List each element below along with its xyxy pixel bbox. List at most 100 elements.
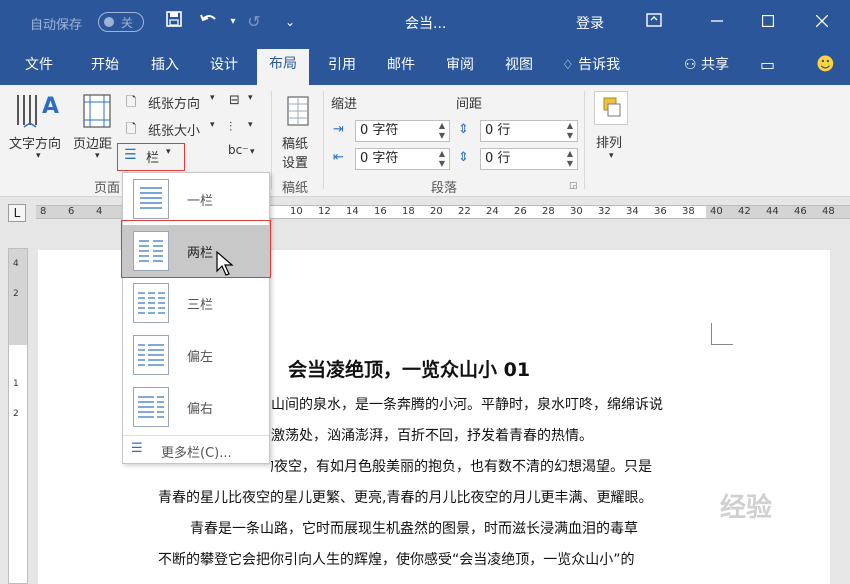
spin-arrows-icon[interactable]: ▲ ▼: [567, 149, 573, 169]
dialog-launcher-icon[interactable]: ◲: [569, 181, 578, 191]
columns-option-left[interactable]: 偏左: [123, 329, 269, 381]
columns-dropdown: 一栏 两栏 三栏 偏左 偏右 ☰ 更多栏(C)...: [122, 172, 270, 464]
hyphenation-arrow[interactable]: ▾: [250, 147, 255, 157]
ruler-tick: 12: [318, 206, 331, 217]
paragraph-group-label: 段落: [431, 181, 458, 196]
document-heading[interactable]: 会当凌绝顶，一览众山小 01: [288, 355, 530, 382]
tab-home[interactable]: 开始: [79, 52, 131, 85]
tab-insert[interactable]: 插入: [139, 52, 191, 85]
margins-label[interactable]: 页边距: [73, 133, 112, 152]
ribbon-display-icon[interactable]: [640, 8, 668, 36]
columns-icon[interactable]: ☰: [124, 147, 137, 163]
group-separator: [584, 91, 585, 189]
hyphenation-icon[interactable]: bc⁻: [228, 143, 249, 157]
left-column-icon: [133, 335, 169, 375]
arrange-arrow[interactable]: ▾: [609, 151, 614, 161]
paragraph-line[interactable]: 山间的泉水，是一条奔腾的小河。平静时，泉水叮咚，绵绵诉说: [271, 394, 663, 414]
redo-icon[interactable]: ↺: [243, 11, 265, 33]
size-icon[interactable]: 🗋: [126, 120, 136, 142]
columns-option-right[interactable]: 偏右: [123, 381, 269, 433]
share-label: 共享: [701, 57, 730, 73]
vertical-ruler[interactable]: 4 2 1 2: [8, 248, 28, 584]
line-numbers-arrow[interactable]: ▾: [248, 120, 253, 130]
spacing-label: 间距: [456, 97, 483, 112]
margins-arrow[interactable]: ▾: [95, 151, 100, 161]
size-arrow[interactable]: ▾: [210, 120, 215, 130]
tab-selector[interactable]: L: [8, 204, 26, 222]
right-column-icon: [133, 387, 169, 427]
tab-layout[interactable]: 布局: [257, 49, 309, 85]
draft-paper-label-2[interactable]: 设置: [282, 152, 308, 171]
more-columns-button[interactable]: ☰ 更多栏(C)...: [123, 435, 269, 463]
draft-paper-label-1[interactable]: 稿纸: [282, 133, 308, 152]
spin-arrows-icon[interactable]: ▲ ▼: [439, 149, 445, 169]
tab-design[interactable]: 设计: [198, 52, 250, 85]
paragraph-line[interactable]: 激荡处，汹涌澎湃，百折不回，抒发着青春的热情。: [271, 425, 593, 445]
title-bar: 自动保存 关 ▾ ↺ ⌄ 会当... 登录: [0, 0, 850, 44]
indent-left-input[interactable]: 0 字符 ▲ ▼: [355, 120, 450, 142]
spacing-after-input[interactable]: 0 行 ▲ ▼: [480, 148, 578, 170]
undo-icon[interactable]: [198, 11, 220, 33]
share-button[interactable]: ⚇ 共享: [672, 52, 741, 85]
paragraph-line[interactable]: 青春是一条山路，它时而展现生机盎然的图景，时而滋长浸满血泪的毒草: [190, 518, 638, 538]
arrange-icon[interactable]: [594, 91, 628, 125]
line-numbers-icon[interactable]: ⫶: [229, 120, 232, 135]
ribbon-tabs: 文件 开始 插入 设计 布局 引用 邮件 审阅 视图 ♢ 告诉我 ⚇ 共享 ▭ …: [0, 44, 850, 85]
toggle-knob: [104, 17, 114, 27]
customize-qat-icon[interactable]: ⌄: [279, 11, 301, 33]
comments-icon[interactable]: ▭: [748, 52, 787, 85]
indent-left-icon: ⇥: [333, 122, 344, 137]
spin-arrows-icon[interactable]: ▲ ▼: [567, 121, 573, 141]
tell-me[interactable]: ♢ 告诉我: [562, 52, 632, 85]
watermark-text: 经验: [720, 493, 773, 523]
login-link[interactable]: 登录: [576, 13, 604, 33]
draft-paper-icon[interactable]: [286, 95, 310, 127]
paragraph-line[interactable]: 不断的攀登它会把你引向人生的辉煌，使你感受“会当凌绝顶，一览众山小”的: [158, 549, 635, 569]
text-direction-arrow[interactable]: ▾: [36, 151, 41, 161]
tab-view[interactable]: 视图: [493, 52, 545, 85]
tab-mailings[interactable]: 邮件: [375, 52, 427, 85]
columns-label[interactable]: 栏: [146, 147, 159, 166]
one-column-icon: [133, 179, 169, 219]
text-direction-label[interactable]: 文字方向: [9, 133, 61, 152]
paragraph-line[interactable]: 青春是璀璨的夜空，有如月色般美丽的抱负，也有数不清的幻想渴望。只是: [271, 456, 652, 476]
save-icon[interactable]: [163, 11, 185, 33]
paragraph-line[interactable]: 青春的星儿比夜空的星儿更繁、更亮,青春的月儿比夜空的月儿更丰满、更耀眼。: [158, 487, 652, 507]
arrange-label[interactable]: 排列: [596, 132, 622, 151]
undo-dropdown-icon[interactable]: ▾: [222, 11, 244, 33]
spin-arrows-icon[interactable]: ▲ ▼: [439, 121, 445, 141]
spacing-before-input[interactable]: 0 行 ▲ ▼: [480, 120, 578, 142]
text-direction-icon[interactable]: A: [14, 91, 64, 131]
person-icon: ⚇: [684, 57, 697, 73]
minimize-icon[interactable]: [703, 8, 731, 36]
orientation-icon[interactable]: 🗋: [126, 93, 136, 115]
tab-references[interactable]: 引用: [316, 52, 368, 85]
breaks-arrow[interactable]: ▾: [248, 93, 253, 103]
group-separator: [323, 91, 324, 189]
smiley-icon[interactable]: ☻: [804, 52, 847, 85]
mouse-cursor-icon: [216, 250, 234, 277]
ruler-tick: 34: [626, 206, 639, 217]
autosave-toggle[interactable]: 关: [98, 12, 144, 32]
orientation-label[interactable]: 纸张方向: [148, 93, 200, 112]
close-icon[interactable]: [808, 8, 836, 36]
indent-right-input[interactable]: 0 字符 ▲ ▼: [355, 148, 450, 170]
ruler-tick: 46: [794, 206, 807, 217]
ruler-tick: 22: [458, 206, 471, 217]
indent-left-value: 0 字符: [360, 123, 399, 138]
tab-file[interactable]: 文件: [13, 52, 65, 85]
columns-arrow[interactable]: ▾: [166, 147, 171, 157]
svg-text:A: A: [42, 94, 59, 119]
maximize-icon[interactable]: [754, 8, 782, 36]
margins-icon[interactable]: [82, 93, 112, 129]
more-columns-label: 更多栏(C)...: [161, 446, 232, 461]
ruler-tick: 26: [514, 206, 527, 217]
tab-review[interactable]: 审阅: [434, 52, 486, 85]
breaks-icon[interactable]: ⊟: [229, 93, 240, 108]
columns-option-three[interactable]: 三栏: [123, 277, 269, 329]
indent-right-icon: ⇤: [333, 150, 344, 165]
size-label[interactable]: 纸张大小: [148, 120, 200, 139]
orientation-arrow[interactable]: ▾: [210, 93, 215, 103]
two-columns-highlight: [121, 220, 271, 278]
columns-option-one[interactable]: 一栏: [123, 173, 269, 225]
